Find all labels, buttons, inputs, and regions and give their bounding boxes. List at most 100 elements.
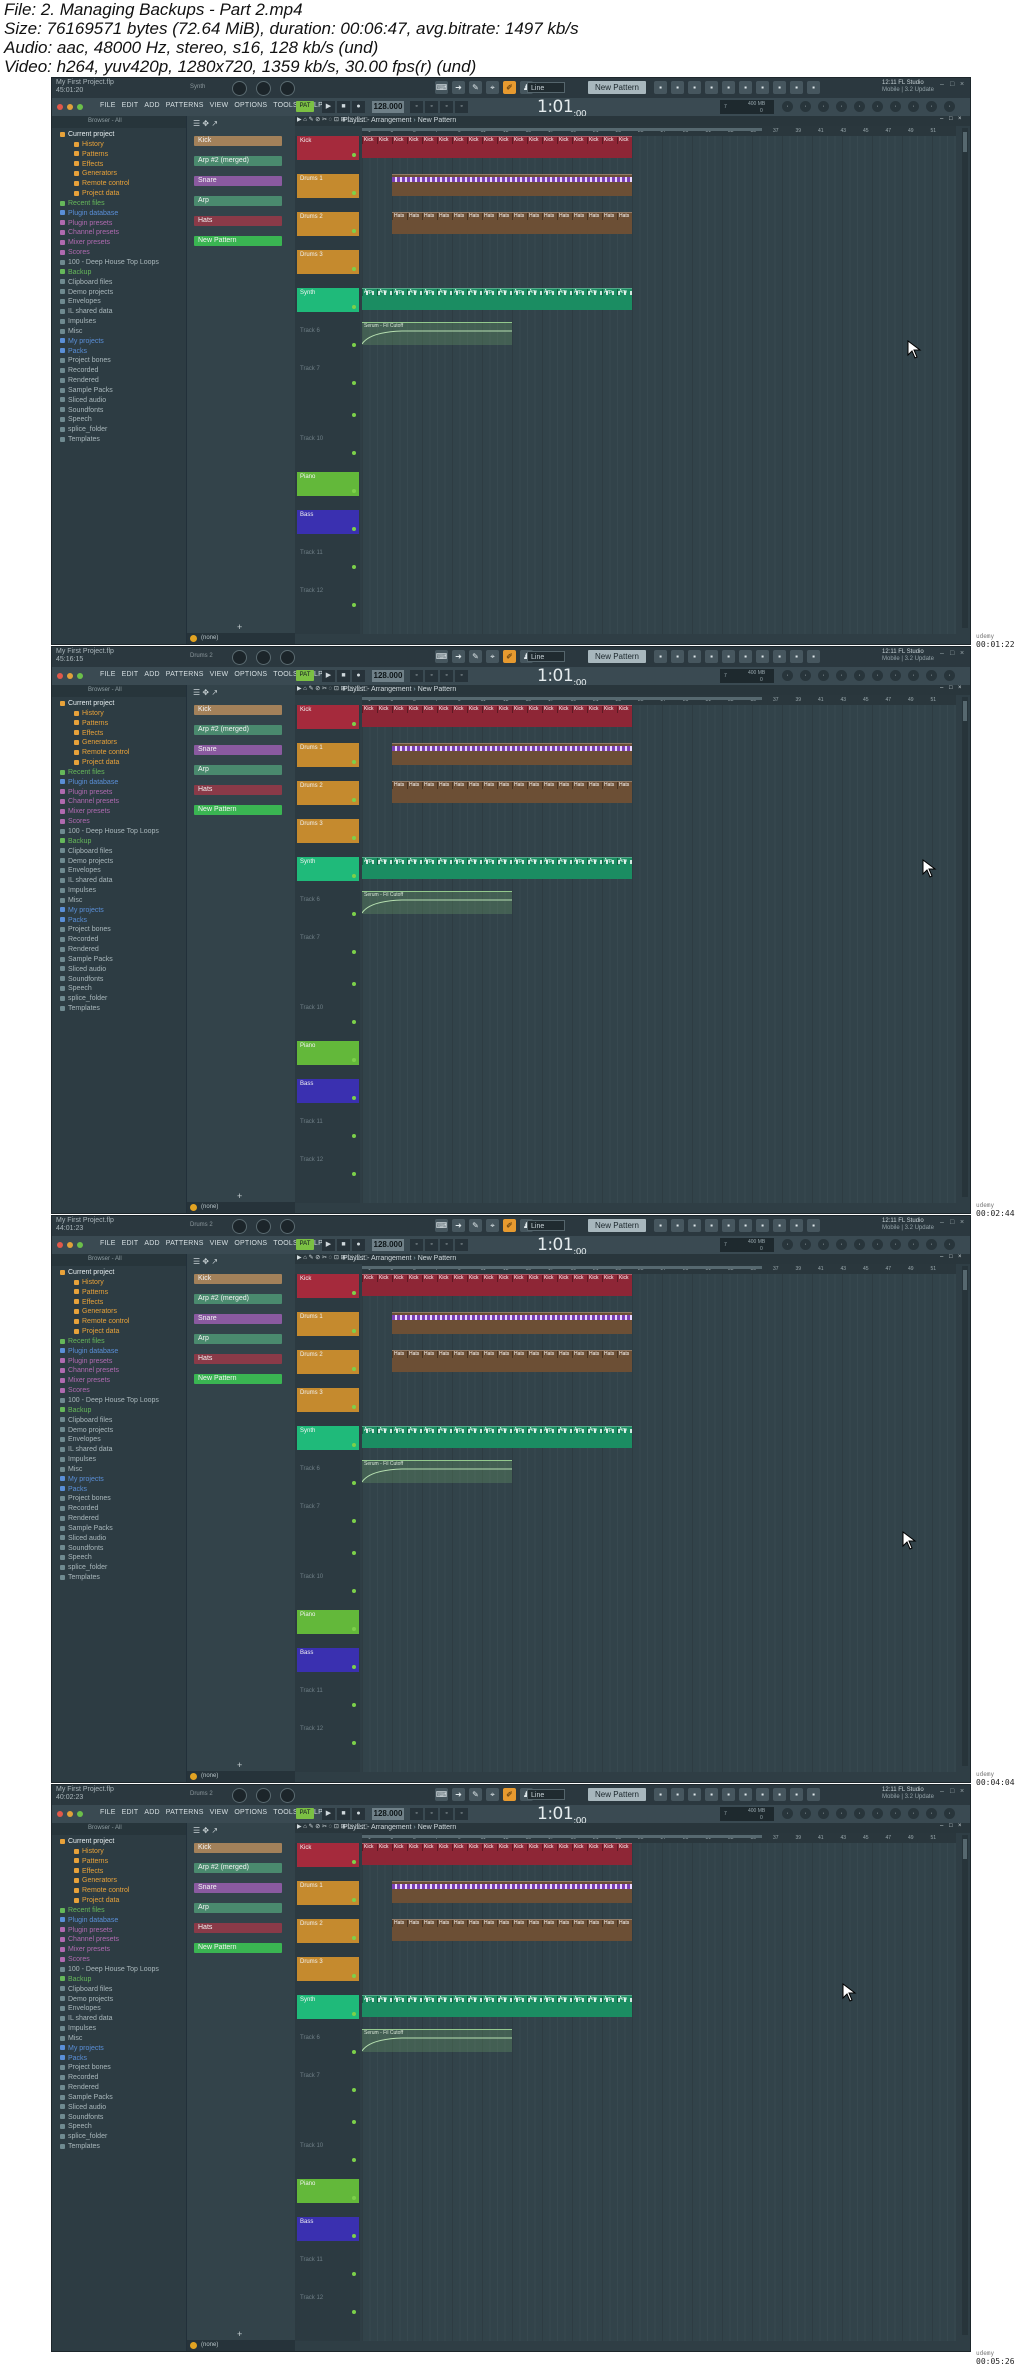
track-mute-led[interactable] bbox=[352, 722, 356, 726]
countdown-icon[interactable]: ◦ bbox=[440, 1808, 453, 1820]
browser-item[interactable]: Effects bbox=[52, 729, 186, 739]
pattern-clip[interactable]: Hats Hats Hats Hats Hats Hats Hats Hats Hats Hats… bbox=[392, 212, 632, 234]
track-mute-led[interactable] bbox=[352, 2272, 356, 2276]
add-pattern-icon[interactable]: + bbox=[237, 1191, 242, 1201]
browser-item[interactable]: Project bones bbox=[52, 356, 186, 366]
track-mute-led[interactable] bbox=[352, 1703, 356, 1707]
browser-item[interactable]: Plugin presets bbox=[52, 1926, 186, 1936]
track-header[interactable]: Track 6 bbox=[297, 895, 359, 919]
browser-item[interactable]: Clipboard files bbox=[52, 847, 186, 857]
track-header[interactable]: Bass bbox=[297, 2217, 359, 2241]
track-header[interactable]: Drums 1 bbox=[297, 1881, 359, 1905]
channel-rack-icon[interactable]: ▪ bbox=[671, 650, 684, 663]
piano-roll-icon[interactable]: · bbox=[836, 101, 847, 112]
browser-icon[interactable]: ▪ bbox=[722, 81, 735, 94]
browser-item[interactable]: Sample Packs bbox=[52, 2093, 186, 2103]
browser-item[interactable]: Envelopes bbox=[52, 2004, 186, 2014]
pattern-item[interactable]: Hats bbox=[194, 1354, 282, 1364]
browser-item[interactable]: splice_folder bbox=[52, 1563, 186, 1573]
browser-item[interactable]: Speech bbox=[52, 1553, 186, 1563]
browser-item[interactable]: Current project bbox=[52, 1268, 186, 1278]
track-header[interactable]: Track 12 bbox=[297, 586, 359, 610]
track-mute-led[interactable] bbox=[352, 603, 356, 607]
browser-item[interactable]: Soundfonts bbox=[52, 975, 186, 985]
speaker-icon[interactable]: · bbox=[926, 1808, 937, 1819]
menu-patterns[interactable]: PATTERNS bbox=[166, 1240, 204, 1247]
browser-icon[interactable]: ▪ bbox=[722, 650, 735, 663]
track-header[interactable]: Track 11 bbox=[297, 1117, 359, 1141]
browser-item[interactable]: Remote control bbox=[52, 179, 186, 189]
save-icon[interactable]: · bbox=[872, 670, 883, 681]
browser-item[interactable]: Patterns bbox=[52, 1857, 186, 1867]
wrench-icon[interactable]: ▪ bbox=[773, 650, 786, 663]
stop-icon[interactable]: ■ bbox=[337, 101, 350, 113]
metronome-icon[interactable]: ◦ bbox=[410, 1808, 423, 1820]
track-header[interactable]: Track 12 bbox=[297, 1724, 359, 1748]
menu-tools[interactable]: TOOLS bbox=[273, 102, 298, 109]
browser-item[interactable]: History bbox=[52, 1278, 186, 1288]
help-icon[interactable]: · bbox=[854, 101, 865, 112]
track-header[interactable] bbox=[297, 1540, 359, 1558]
track-header[interactable]: Bass bbox=[297, 1648, 359, 1672]
loop-record-icon[interactable]: ◦ bbox=[455, 670, 468, 682]
track-mute-led[interactable] bbox=[352, 153, 356, 157]
browser-item[interactable]: Channel presets bbox=[52, 1366, 186, 1376]
red-dot[interactable] bbox=[57, 104, 63, 110]
plugin-icon[interactable]: ▪ bbox=[739, 81, 752, 94]
magnet-icon[interactable]: ⌖ bbox=[486, 81, 499, 94]
pattern-item[interactable]: Hats bbox=[194, 1923, 282, 1933]
track-header[interactable] bbox=[297, 2109, 359, 2127]
track-header[interactable]: Piano bbox=[297, 472, 359, 496]
master-swing-knob[interactable] bbox=[280, 650, 295, 665]
browser-item[interactable]: Speech bbox=[52, 2122, 186, 2132]
countdown-icon[interactable]: ◦ bbox=[440, 670, 453, 682]
menu-file[interactable]: FILE bbox=[100, 102, 116, 109]
browser-icon[interactable]: ▪ bbox=[722, 1788, 735, 1801]
close-icon[interactable]: × bbox=[960, 81, 964, 88]
vertical-scrollbar[interactable] bbox=[962, 1266, 968, 1766]
metronome-icon[interactable]: ◦ bbox=[410, 101, 423, 113]
browser-item[interactable]: Plugin database bbox=[52, 1916, 186, 1926]
magnet-icon[interactable]: ⌖ bbox=[486, 1788, 499, 1801]
speaker-icon[interactable]: · bbox=[926, 670, 937, 681]
close-icon[interactable]: × bbox=[958, 1254, 962, 1260]
record-icon[interactable]: ● bbox=[352, 670, 365, 682]
browser-item[interactable]: Packs bbox=[52, 916, 186, 926]
playlist-pattern[interactable]: New Pattern bbox=[418, 1824, 457, 1831]
pattern-item[interactable]: Arp bbox=[194, 1903, 282, 1913]
pattern-selector[interactable]: New Pattern bbox=[588, 1788, 646, 1801]
pattern-item[interactable]: New Pattern bbox=[194, 805, 282, 815]
chat-icon[interactable]: · bbox=[944, 1239, 955, 1250]
download-icon[interactable]: · bbox=[890, 101, 901, 112]
minimize-icon[interactable]: – bbox=[940, 685, 943, 691]
fl-news-panel[interactable]: 12:11 FL Studio Mobile | 3.2 Update bbox=[882, 80, 934, 94]
chat-icon[interactable]: · bbox=[944, 1808, 955, 1819]
track-header[interactable]: Track 11 bbox=[297, 2255, 359, 2279]
cpu-icon[interactable]: ▪ bbox=[807, 1788, 820, 1801]
browser-item[interactable]: Rendered bbox=[52, 945, 186, 955]
pattern-clip[interactable]: ArpArpArpArpArpArpArpArpArpArpArpArpArpA… bbox=[362, 1426, 632, 1448]
menu-patterns[interactable]: PATTERNS bbox=[166, 1809, 204, 1816]
pattern-clip[interactable] bbox=[392, 174, 632, 196]
pattern-clip[interactable] bbox=[392, 1881, 632, 1903]
browser-item[interactable]: Effects bbox=[52, 1298, 186, 1308]
arrow-right-icon[interactable]: ➜ bbox=[452, 1788, 465, 1801]
browser-item[interactable]: Generators bbox=[52, 169, 186, 179]
wrench-icon[interactable]: ▪ bbox=[773, 1788, 786, 1801]
browser-item[interactable]: Mixer presets bbox=[52, 1945, 186, 1955]
track-header[interactable]: Bass bbox=[297, 510, 359, 534]
tempo-display[interactable]: 128.000 bbox=[372, 1239, 404, 1251]
browser-item[interactable]: My projects bbox=[52, 337, 186, 347]
browser-item[interactable]: Impulses bbox=[52, 1455, 186, 1465]
render-icon[interactable]: ▪ bbox=[790, 1219, 803, 1232]
channel-rack-icon[interactable]: ▪ bbox=[671, 1788, 684, 1801]
browser-item[interactable]: Scores bbox=[52, 248, 186, 258]
track-mute-led[interactable] bbox=[352, 874, 356, 878]
browser-item[interactable]: Templates bbox=[52, 435, 186, 445]
track-mute-led[interactable] bbox=[352, 1329, 356, 1333]
track-header[interactable]: Synth bbox=[297, 1426, 359, 1450]
track-header[interactable]: Drums 2 bbox=[297, 1919, 359, 1943]
track-header[interactable] bbox=[297, 971, 359, 989]
piano-roll-icon[interactable]: · bbox=[836, 1239, 847, 1250]
browser-item[interactable]: Sample Packs bbox=[52, 955, 186, 965]
